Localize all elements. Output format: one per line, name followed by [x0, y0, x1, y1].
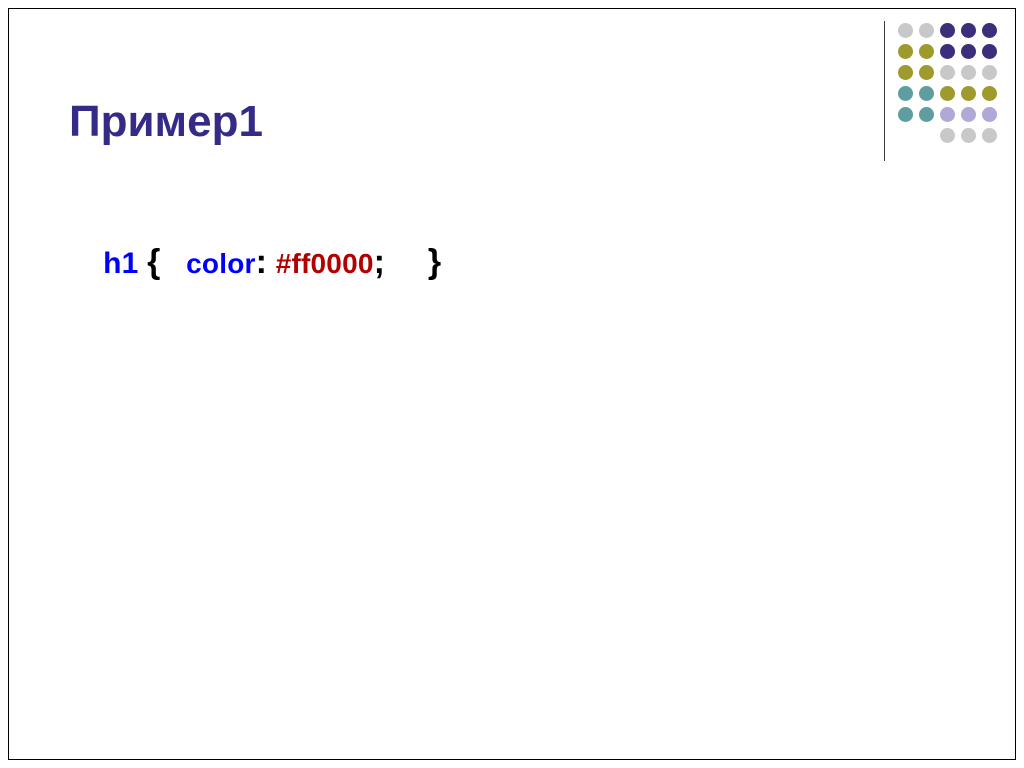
- code-example: h1 { color: #ff0000; }: [69, 209, 441, 316]
- brace-close: }: [428, 243, 441, 281]
- slide-frame: Пример1 h1 { color: #ff0000; }: [8, 8, 1016, 760]
- css-value: #ff0000: [276, 248, 374, 279]
- colon: :: [256, 243, 268, 281]
- dot-matrix-icon: [898, 23, 997, 143]
- slide-title: Пример1: [69, 97, 263, 147]
- brace-open: {: [147, 243, 160, 281]
- css-property: color: [186, 248, 255, 279]
- css-selector: h1: [103, 247, 138, 280]
- divider-line: [884, 21, 885, 161]
- semicolon: ;: [374, 243, 386, 281]
